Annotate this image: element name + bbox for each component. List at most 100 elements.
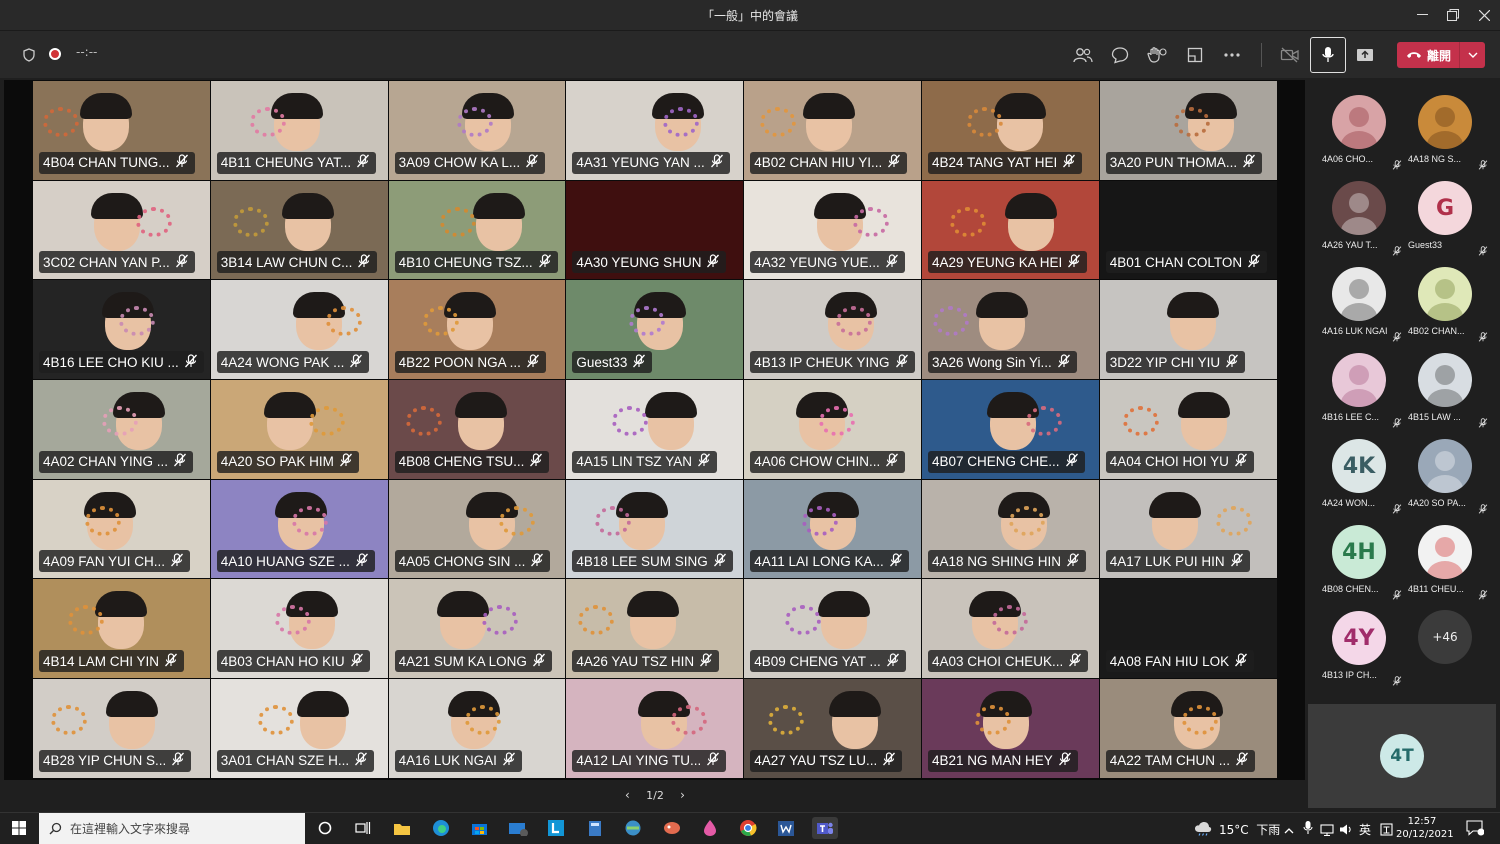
video-tile[interactable]: 4A05 CHONG SIN ... [388, 479, 567, 580]
video-tile[interactable]: 4A11 LAI LONG KA... [744, 479, 922, 580]
rail-participant[interactable]: 4K 4A24 WON... [1316, 424, 1402, 514]
weather-icon[interactable] [1194, 820, 1212, 840]
video-tile[interactable]: 4A20 SO PAK HIM [210, 380, 389, 480]
video-tile[interactable]: 4B16 LEE CHO KIU ... [33, 280, 211, 381]
cortana-icon[interactable] [314, 817, 336, 839]
calculator-icon[interactable] [584, 817, 606, 839]
video-tile[interactable]: 4A26 YAU TSZ HIN [566, 579, 745, 680]
video-tile[interactable]: 4A02 CHAN YING ... [33, 380, 211, 480]
rail-participant[interactable]: 4B15 LAW ... [1402, 338, 1488, 428]
taskbar-search-box[interactable]: 在這裡輸入文字來搜尋 [39, 813, 305, 844]
video-tile[interactable]: Guest33 [566, 280, 745, 381]
video-tile[interactable]: 4B04 CHAN TUNG... [33, 81, 211, 181]
share-tray-icon[interactable] [1350, 39, 1380, 71]
edge-icon[interactable] [430, 817, 452, 839]
rail-participant[interactable]: 4Y 4B13 IP CH... [1316, 596, 1402, 686]
rooms-icon[interactable] [1180, 39, 1210, 71]
windows-start-icon[interactable] [8, 817, 30, 839]
minimize-button[interactable] [1406, 0, 1438, 30]
snipping-icon[interactable] [622, 817, 644, 839]
rail-participant[interactable]: 4H 4B08 CHEN... [1316, 510, 1402, 600]
camera-off-icon[interactable] [1275, 39, 1305, 71]
video-tile[interactable]: 4A29 YEUNG KA HEI [921, 180, 1100, 281]
input-method-icon[interactable] [1380, 821, 1393, 840]
video-tile[interactable]: 4B11 CHEUNG YAT... [210, 81, 389, 181]
video-tile[interactable]: 4B07 CHENG CHE... [921, 380, 1100, 480]
video-tile[interactable]: 3D22 YIP CHI YIU [1099, 280, 1278, 381]
paint-icon[interactable] [661, 817, 683, 839]
show-hidden-icons-chevron-icon[interactable] [1284, 821, 1294, 840]
maximize-button[interactable] [1437, 0, 1469, 30]
leave-button[interactable]: 離開 [1397, 42, 1485, 68]
video-tile[interactable]: 4A17 LUK PUI HIN [1099, 479, 1278, 580]
video-tile[interactable]: 4A22 TAM CHUN ... [1099, 679, 1278, 779]
video-tile[interactable]: 4A10 HUANG SZE ... [210, 479, 389, 580]
video-tile[interactable]: 4B28 YIP CHUN S... [33, 679, 211, 779]
task-view-icon[interactable] [352, 817, 374, 839]
video-tile[interactable]: 4B08 CHENG TSU... [388, 380, 567, 480]
next-page-chevron-icon[interactable]: › [680, 788, 685, 802]
video-tile[interactable]: 4B18 LEE SUM SING [566, 479, 745, 580]
rail-participant[interactable]: 4A20 SO PA... [1402, 424, 1488, 514]
video-tile[interactable]: 4A21 SUM KA LONG [388, 579, 567, 680]
video-tile[interactable]: 4A16 LUK NGAI [388, 679, 567, 779]
more-participants-button[interactable]: +46 [1418, 610, 1472, 664]
leave-options-chevron-icon[interactable] [1459, 42, 1485, 68]
store-icon[interactable] [468, 817, 490, 839]
system-clock[interactable]: 12:57 20/12/2021 [1396, 815, 1454, 841]
video-tile[interactable]: 4A06 CHOW CHIN... [744, 380, 922, 480]
video-tile[interactable]: 4A09 FAN YUI CH... [33, 479, 211, 580]
participants-icon[interactable] [1068, 39, 1098, 71]
video-tile[interactable]: 4A08 FAN HIU LOK [1099, 579, 1278, 680]
video-tile[interactable]: 4A12 LAI YING TU... [566, 679, 745, 779]
rail-participant[interactable]: 4A18 NG S... [1402, 80, 1488, 170]
video-tile[interactable]: 4A04 CHOI HOI YU [1099, 380, 1278, 480]
video-tile[interactable]: 4B13 IP CHEUK YING [744, 280, 922, 381]
video-tile[interactable]: 4A30 YEUNG SHUN [566, 180, 745, 281]
video-tile[interactable]: 4B02 CHAN HIU YI... [744, 81, 922, 181]
more-actions-icon[interactable] [1217, 39, 1247, 71]
rail-participant[interactable]: 4B11 CHEU... [1402, 510, 1488, 600]
video-tile[interactable]: 3C02 CHAN YAN P... [33, 180, 211, 281]
video-tile[interactable]: 4A24 WONG PAK ... [210, 280, 389, 381]
chrome-icon[interactable] [737, 817, 759, 839]
video-tile[interactable]: 4A31 YEUNG YAN ... [566, 81, 745, 181]
rail-participant[interactable]: 4B02 CHAN... [1402, 252, 1488, 342]
notification-center-icon[interactable] [1466, 820, 1485, 840]
video-tile[interactable]: 4A03 CHOI CHEUK... [921, 579, 1100, 680]
video-tile[interactable]: 4B24 TANG YAT HEI [921, 81, 1100, 181]
teams-icon[interactable] [812, 817, 838, 839]
video-tile[interactable]: 4B01 CHAN COLTON [1099, 180, 1278, 281]
video-tile[interactable]: 3A09 CHOW KA L... [388, 81, 567, 181]
video-tile[interactable]: 4A32 YEUNG YUE... [744, 180, 922, 281]
rail-participant[interactable]: 4A16 LUK NGAI [1316, 252, 1402, 342]
rail-participant[interactable]: 4A06 CHO... [1316, 80, 1402, 170]
microphone-button[interactable] [1310, 37, 1346, 73]
video-tile[interactable]: 4B03 CHAN HO KIU [210, 579, 389, 680]
video-tile[interactable]: 4B10 CHEUNG TSZ... [388, 180, 567, 281]
video-tile[interactable]: 4A15 LIN TSZ YAN [566, 380, 745, 480]
mail-icon[interactable] [507, 817, 529, 839]
file-explorer-icon[interactable] [391, 817, 413, 839]
previous-page-chevron-icon[interactable]: ‹ [625, 788, 630, 802]
network-icon[interactable] [1320, 821, 1334, 840]
l-app-icon[interactable] [545, 817, 567, 839]
ime-indicator[interactable]: 英 [1359, 821, 1371, 838]
rail-participant[interactable]: 4B16 LEE C... [1316, 338, 1402, 428]
close-window-button[interactable] [1468, 0, 1500, 30]
video-tile[interactable]: 4A18 NG SHING HIN [921, 479, 1100, 580]
video-tile[interactable]: 3A26 Wong Sin Yi... [921, 280, 1100, 381]
chat-icon[interactable] [1105, 39, 1135, 71]
shield-icon[interactable] [14, 39, 44, 71]
video-tile[interactable]: 4A27 YAU TSZ LU... [744, 679, 922, 779]
paint3d-icon[interactable] [699, 817, 721, 839]
rail-participant[interactable]: G Guest33 [1402, 166, 1488, 256]
video-tile[interactable]: 4B09 CHENG YAT ... [744, 579, 922, 680]
volume-icon[interactable] [1339, 821, 1353, 840]
video-tile[interactable]: 3B14 LAW CHUN C... [210, 180, 389, 281]
video-tile[interactable]: 4B14 LAM CHI YIN [33, 579, 211, 680]
mic-tray-icon[interactable] [1303, 820, 1313, 839]
rail-participant[interactable]: 4A26 YAU T... [1316, 166, 1402, 256]
reactions-icon[interactable] [1142, 39, 1172, 71]
video-tile[interactable]: 3A20 PUN THOMA... [1099, 81, 1278, 181]
